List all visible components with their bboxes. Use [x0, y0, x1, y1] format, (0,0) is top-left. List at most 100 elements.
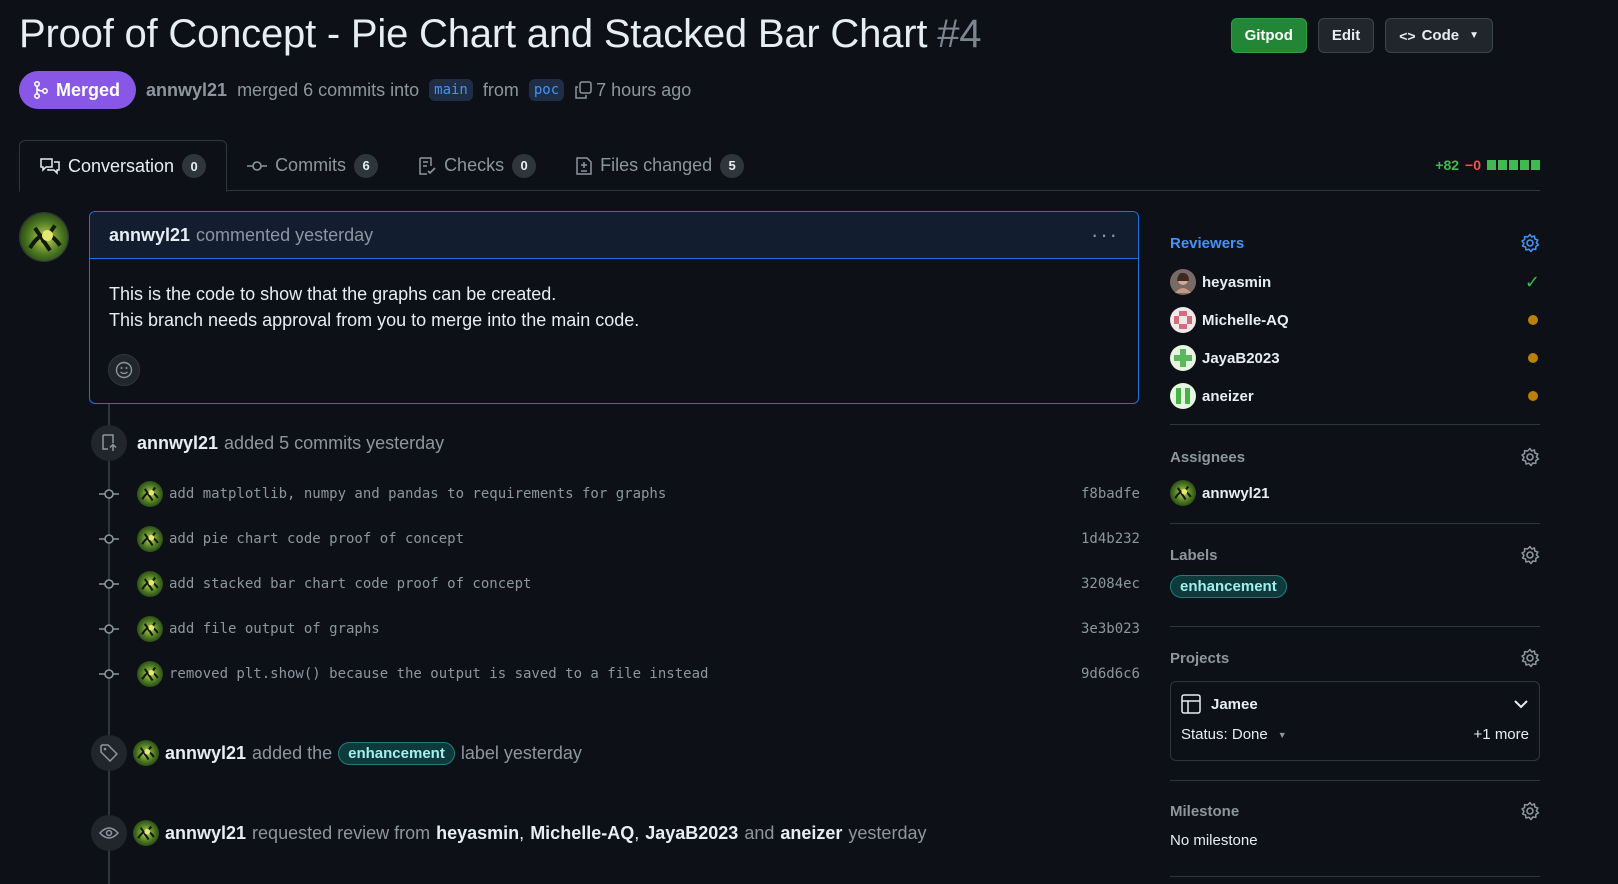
kebab-menu-icon[interactable]: ···: [1091, 222, 1119, 248]
code-button[interactable]: <> Code ▼: [1385, 18, 1493, 53]
label-event-avatar[interactable]: [133, 740, 159, 766]
git-commit-icon: [98, 578, 120, 590]
commit-row[interactable]: add stacked bar chart code proof of conc…: [98, 571, 1140, 597]
merge-author[interactable]: annwyl21: [146, 80, 227, 101]
diffstat-deletions: −0: [1465, 157, 1481, 173]
comment-author[interactable]: annwyl21: [109, 225, 190, 246]
commit-author-avatar[interactable]: [137, 526, 163, 552]
tab-checks[interactable]: Checks 0: [398, 140, 556, 191]
pr-title-text: Proof of Concept - Pie Chart and Stacked…: [19, 12, 928, 56]
commit-author-avatar[interactable]: [137, 661, 163, 687]
commit-sha[interactable]: f8badfe: [1081, 486, 1140, 502]
reviewer-item[interactable]: heyasmin ✓: [1170, 263, 1540, 301]
sidebar-divider: [1170, 876, 1540, 877]
commit-sha[interactable]: 3e3b023: [1081, 621, 1140, 637]
pr-description-comment: annwyl21 commented yesterday ··· This is…: [89, 211, 1139, 404]
review-requested-user[interactable]: heyasmin: [436, 823, 519, 844]
comment-meta[interactable]: commented yesterday: [196, 225, 373, 246]
assignees-header[interactable]: Assignees: [1170, 446, 1540, 468]
smiley-icon: [115, 361, 133, 379]
tag-badge: [91, 735, 127, 771]
tab-files-changed-label: Files changed: [600, 155, 713, 175]
gear-icon[interactable]: [1520, 801, 1540, 821]
comment-author-avatar[interactable]: [19, 212, 69, 262]
commit-author-avatar[interactable]: [137, 481, 163, 507]
labels-title: Labels: [1170, 546, 1218, 564]
projects-title: Projects: [1170, 649, 1230, 667]
review-event-post: yesterday: [848, 822, 927, 843]
comment-body: This is the code to show that the graphs…: [90, 259, 1138, 333]
pr-title: Proof of Concept - Pie Chart and Stacked…: [19, 12, 982, 57]
reviewer-item[interactable]: aneizer: [1170, 377, 1540, 415]
review-requested-user[interactable]: aneizer: [780, 823, 842, 844]
tab-commits[interactable]: Commits 6: [227, 140, 398, 191]
commit-row[interactable]: add file output of graphs 3e3b023: [98, 616, 1140, 642]
reviewers-header[interactable]: Reviewers: [1170, 232, 1540, 254]
label-event-pre: added the: [252, 742, 333, 763]
label-event-author[interactable]: annwyl21: [165, 743, 246, 764]
commit-message[interactable]: add pie chart code proof of concept: [169, 531, 1081, 547]
review-event-avatar[interactable]: [133, 820, 159, 846]
chevron-down-icon[interactable]: [1513, 696, 1529, 712]
project-status[interactable]: Status: Done: [1181, 726, 1268, 743]
reviewer-avatar: [1170, 307, 1196, 333]
head-branch[interactable]: poc: [528, 79, 565, 101]
milestone-header[interactable]: Milestone: [1170, 800, 1540, 822]
tab-conversation[interactable]: Conversation 0: [19, 140, 228, 192]
reviewers-title: Reviewers: [1170, 234, 1245, 252]
project-more-link[interactable]: +1 more: [1474, 726, 1529, 743]
projects-header[interactable]: Projects: [1170, 647, 1540, 669]
review-requested-event: annwyl21 requested review from heyasmin,…: [91, 815, 926, 851]
milestone-title: Milestone: [1170, 802, 1240, 820]
commit-author-avatar[interactable]: [137, 571, 163, 597]
tab-conversation-label: Conversation: [68, 155, 175, 176]
timeline-line: [108, 400, 110, 884]
commit-message[interactable]: add matplotlib, numpy and pandas to requ…: [169, 486, 1081, 502]
gear-icon[interactable]: [1520, 648, 1540, 668]
diffstat-additions: +82: [1435, 157, 1460, 173]
tab-checks-label: Checks: [444, 155, 505, 175]
diffstat[interactable]: +82 −0: [1435, 157, 1540, 173]
commit-message[interactable]: removed plt.show() because the output is…: [169, 666, 1081, 682]
commit-row[interactable]: removed plt.show() because the output is…: [98, 661, 1140, 687]
review-requested-user[interactable]: JayaB2023: [645, 823, 738, 844]
gitpod-button[interactable]: Gitpod: [1230, 18, 1307, 53]
commit-sha[interactable]: 1d4b232: [1081, 531, 1140, 547]
merged-badge: Merged: [19, 71, 137, 109]
reviewer-item[interactable]: Michelle-AQ: [1170, 301, 1540, 339]
reviewer-item[interactable]: JayaB2023: [1170, 339, 1540, 377]
copy-icon[interactable]: [574, 81, 592, 99]
sidebar-label-enhancement[interactable]: enhancement: [1170, 575, 1287, 598]
git-commit-icon: [98, 488, 120, 500]
review-event-author[interactable]: annwyl21: [165, 823, 246, 844]
commit-message[interactable]: add file output of graphs: [169, 621, 1081, 637]
commit-message[interactable]: add stacked bar chart code proof of conc…: [169, 576, 1081, 592]
checklist-icon: [419, 156, 436, 175]
caret-down-icon[interactable]: ▼: [1278, 730, 1287, 740]
commit-sha[interactable]: 9d6d6c6: [1081, 666, 1140, 682]
pr-number: #4: [937, 12, 982, 56]
commit-sha[interactable]: 32084ec: [1081, 576, 1140, 592]
git-commit-icon: [98, 533, 120, 545]
commit-row[interactable]: add matplotlib, numpy and pandas to requ…: [98, 481, 1140, 507]
labels-header[interactable]: Labels: [1170, 544, 1540, 566]
caret-down-icon: ▼: [1469, 30, 1479, 41]
commits-event-author[interactable]: annwyl21: [137, 433, 218, 454]
gear-icon[interactable]: [1520, 545, 1540, 565]
tab-checks-count: 0: [512, 153, 537, 178]
assignee-item[interactable]: annwyl21: [1170, 474, 1540, 512]
label-enhancement[interactable]: enhancement: [338, 741, 455, 765]
pr-subtitle: Merged annwyl21 merged 6 commits into ma…: [19, 71, 691, 109]
commit-row[interactable]: add pie chart code proof of concept 1d4b…: [98, 526, 1140, 552]
commit-author-avatar[interactable]: [137, 616, 163, 642]
edit-button[interactable]: Edit: [1317, 18, 1375, 53]
gear-icon[interactable]: [1520, 233, 1540, 253]
project-row[interactable]: Jamee: [1181, 682, 1529, 726]
milestone-value: No milestone: [1170, 832, 1258, 849]
comment-line-2: This branch needs approval from you to m…: [109, 310, 640, 330]
gear-icon[interactable]: [1520, 447, 1540, 467]
base-branch[interactable]: main: [429, 79, 473, 101]
review-requested-user[interactable]: Michelle-AQ: [530, 823, 634, 844]
tab-files-changed[interactable]: Files changed 5: [556, 140, 764, 191]
add-reaction-button[interactable]: [108, 354, 140, 386]
